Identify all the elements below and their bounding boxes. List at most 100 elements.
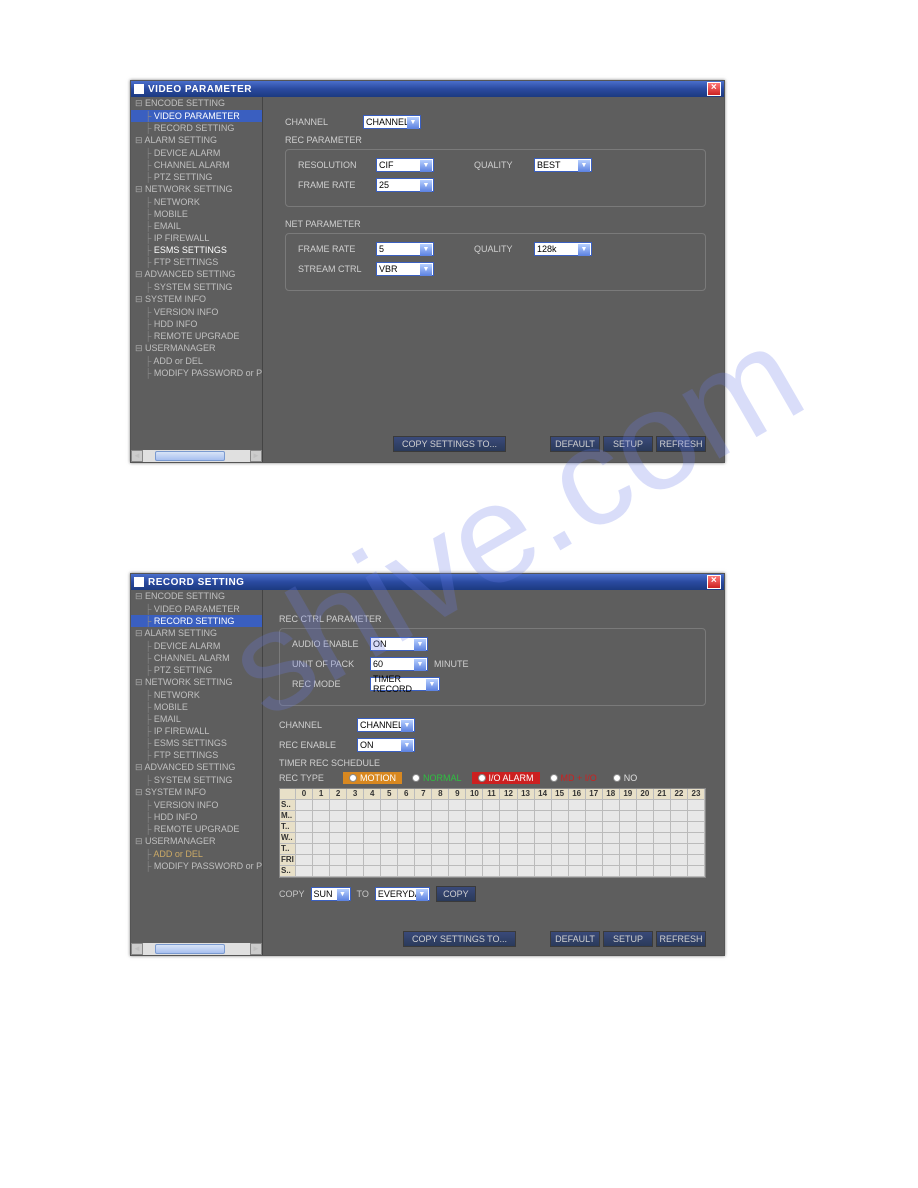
- rectype-motion[interactable]: MOTION: [343, 772, 402, 784]
- schedule-cell[interactable]: [586, 833, 603, 844]
- schedule-cell[interactable]: [483, 866, 500, 877]
- close-button[interactable]: ×: [707, 82, 721, 96]
- schedule-cell[interactable]: [569, 855, 586, 866]
- schedule-cell[interactable]: [552, 866, 569, 877]
- schedule-cell[interactable]: [569, 811, 586, 822]
- schedule-cell[interactable]: [449, 811, 466, 822]
- quality-select[interactable]: BEST▼: [534, 158, 592, 172]
- schedule-cell[interactable]: [552, 811, 569, 822]
- schedule-cell[interactable]: [330, 866, 347, 877]
- schedule-cell[interactable]: [500, 866, 517, 877]
- tree-item[interactable]: ADD or DEL: [131, 848, 262, 860]
- schedule-cell[interactable]: [466, 811, 483, 822]
- schedule-cell[interactable]: [415, 833, 432, 844]
- tree-item[interactable]: RECORD SETTING: [131, 615, 262, 627]
- schedule-cell[interactable]: [500, 855, 517, 866]
- schedule-cell[interactable]: [500, 844, 517, 855]
- schedule-cell[interactable]: [432, 866, 449, 877]
- schedule-cell[interactable]: [296, 822, 313, 833]
- schedule-cell[interactable]: [500, 833, 517, 844]
- tree-item[interactable]: SYSTEM SETTING: [131, 774, 262, 786]
- tree-item[interactable]: SYSTEM INFO: [131, 786, 262, 799]
- schedule-cell[interactable]: [569, 844, 586, 855]
- tree-item[interactable]: MOBILE: [131, 701, 262, 713]
- schedule-cell[interactable]: [381, 811, 398, 822]
- schedule-cell[interactable]: [518, 811, 535, 822]
- schedule-cell[interactable]: [569, 822, 586, 833]
- schedule-cell[interactable]: [535, 855, 552, 866]
- default-button[interactable]: DEFAULT: [550, 931, 600, 947]
- schedule-cell[interactable]: [671, 822, 688, 833]
- schedule-cell[interactable]: [671, 866, 688, 877]
- schedule-cell[interactable]: [688, 822, 705, 833]
- scroll-right-icon[interactable]: ►: [250, 450, 262, 462]
- tree-item[interactable]: ALARM SETTING: [131, 134, 262, 147]
- schedule-cell[interactable]: [415, 844, 432, 855]
- schedule-cell[interactable]: [415, 811, 432, 822]
- schedule-cell[interactable]: [637, 811, 654, 822]
- schedule-cell[interactable]: [313, 855, 330, 866]
- schedule-cell[interactable]: [432, 855, 449, 866]
- channel-select[interactable]: CHANNEL1▼: [357, 718, 415, 732]
- schedule-cell[interactable]: [432, 833, 449, 844]
- schedule-cell[interactable]: [432, 844, 449, 855]
- schedule-cell[interactable]: [330, 844, 347, 855]
- schedule-cell[interactable]: [518, 833, 535, 844]
- schedule-cell[interactable]: [466, 822, 483, 833]
- schedule-cell[interactable]: [637, 855, 654, 866]
- copy-to-select[interactable]: EVERYDAY▼: [375, 887, 430, 901]
- tree-item[interactable]: NETWORK: [131, 196, 262, 208]
- schedule-cell[interactable]: [637, 866, 654, 877]
- net-quality-select[interactable]: 128k▼: [534, 242, 592, 256]
- schedule-cell[interactable]: [347, 844, 364, 855]
- schedule-cell[interactable]: [483, 811, 500, 822]
- schedule-cell[interactable]: [586, 800, 603, 811]
- rectype-no[interactable]: NO: [607, 772, 644, 784]
- schedule-cell[interactable]: [603, 844, 620, 855]
- scroll-right-icon[interactable]: ►: [250, 943, 262, 955]
- tree-item[interactable]: SYSTEM INFO: [131, 293, 262, 306]
- schedule-cell[interactable]: [347, 811, 364, 822]
- schedule-cell[interactable]: [330, 833, 347, 844]
- tree-item[interactable]: USERMANAGER: [131, 342, 262, 355]
- copy-settings-button[interactable]: COPY SETTINGS TO...: [393, 436, 506, 452]
- schedule-cell[interactable]: [620, 844, 637, 855]
- resolution-select[interactable]: CIF▼: [376, 158, 434, 172]
- schedule-cell[interactable]: [415, 866, 432, 877]
- schedule-cell[interactable]: [296, 844, 313, 855]
- schedule-cell[interactable]: [381, 822, 398, 833]
- schedule-cell[interactable]: [586, 844, 603, 855]
- schedule-cell[interactable]: [620, 833, 637, 844]
- stream-select[interactable]: VBR▼: [376, 262, 434, 276]
- schedule-cell[interactable]: [330, 811, 347, 822]
- schedule-cell[interactable]: [654, 822, 671, 833]
- schedule-cell[interactable]: [398, 855, 415, 866]
- schedule-cell[interactable]: [483, 844, 500, 855]
- schedule-cell[interactable]: [620, 866, 637, 877]
- schedule-cell[interactable]: [415, 800, 432, 811]
- schedule-cell[interactable]: [364, 844, 381, 855]
- schedule-cell[interactable]: [296, 811, 313, 822]
- schedule-cell[interactable]: [398, 811, 415, 822]
- schedule-cell[interactable]: [466, 844, 483, 855]
- schedule-cell[interactable]: [603, 866, 620, 877]
- tree-item[interactable]: PTZ SETTING: [131, 171, 262, 183]
- schedule-cell[interactable]: [518, 866, 535, 877]
- schedule-cell[interactable]: [671, 800, 688, 811]
- tree-item[interactable]: RECORD SETTING: [131, 122, 262, 134]
- schedule-cell[interactable]: [688, 855, 705, 866]
- tree-item[interactable]: CHANNEL ALARM: [131, 652, 262, 664]
- schedule-cell[interactable]: [518, 855, 535, 866]
- tree-item[interactable]: ESMS SETTINGS: [131, 244, 262, 256]
- schedule-cell[interactable]: [654, 811, 671, 822]
- schedule-cell[interactable]: [671, 811, 688, 822]
- copy-from-select[interactable]: SUN▼: [311, 887, 351, 901]
- setup-button[interactable]: SETUP: [603, 436, 653, 452]
- tree-item[interactable]: HDD INFO: [131, 811, 262, 823]
- tree-item[interactable]: FTP SETTINGS: [131, 749, 262, 761]
- schedule-cell[interactable]: [620, 800, 637, 811]
- schedule-cell[interactable]: [586, 866, 603, 877]
- schedule-cell[interactable]: [688, 833, 705, 844]
- tree-item[interactable]: ENCODE SETTING: [131, 97, 262, 110]
- schedule-grid[interactable]: 01234567891011121314151617181920212223S.…: [279, 788, 706, 878]
